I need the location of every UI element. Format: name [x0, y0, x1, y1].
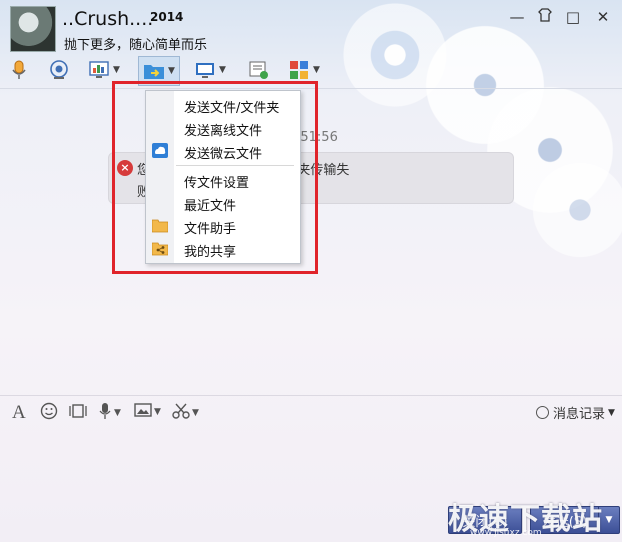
emoji-button[interactable]	[40, 402, 58, 424]
chat-window: ..Crush.... 2014 抛下更多，随心简单而乐 □ ✕ — ▼ ▼ ▼…	[0, 0, 622, 542]
scissors-icon	[172, 402, 190, 424]
background-flower	[330, 0, 460, 110]
annotation-highlight-box	[112, 81, 318, 274]
apps-icon	[288, 59, 310, 81]
screenshot-button[interactable]: ▼	[172, 402, 199, 424]
apps-button[interactable]: ▼	[288, 56, 320, 84]
contact-signature: 抛下更多，随心简单而乐	[64, 38, 208, 53]
remote-desktop-button[interactable]: ▼	[194, 56, 226, 84]
chevron-down-icon[interactable]: ▼	[608, 408, 615, 418]
remote-desktop-icon	[194, 59, 216, 81]
input-divider	[0, 395, 622, 396]
watermark-url: www.jisuxz.com	[470, 528, 542, 538]
chevron-down-icon[interactable]: ▼	[219, 65, 226, 75]
video-camera-icon	[48, 59, 70, 81]
send-message-button[interactable]	[248, 56, 270, 84]
microphone-icon	[8, 59, 30, 81]
microphone-icon	[98, 402, 112, 424]
message-history-label: 消息记录	[553, 407, 606, 422]
file-transfer-icon	[143, 60, 165, 82]
contact-nickname-extra: 2014	[150, 10, 184, 24]
close-window-button[interactable]: ✕	[594, 8, 612, 26]
message-history-button[interactable]: 消息记录 ▼	[536, 403, 615, 422]
font-icon: A	[12, 402, 26, 423]
voice-call-button[interactable]	[8, 56, 30, 84]
chevron-down-icon: ▼	[605, 515, 613, 525]
chevron-down-icon[interactable]: ▼	[192, 408, 199, 418]
voice-message-button[interactable]: ▼	[98, 402, 121, 424]
chevron-down-icon[interactable]: ▼	[168, 66, 175, 76]
screen-share-button[interactable]: ▼	[88, 56, 120, 84]
message-icon	[248, 59, 270, 81]
skin-icon[interactable]	[536, 8, 554, 26]
contact-nickname[interactable]: ..Crush....	[62, 8, 153, 30]
chevron-down-icon[interactable]: ▼	[313, 65, 320, 75]
shake-window-icon	[68, 402, 88, 424]
image-button[interactable]: ▼	[134, 402, 161, 422]
chevron-down-icon[interactable]: ▼	[113, 65, 120, 75]
background-flower	[520, 150, 622, 270]
clock-icon	[536, 406, 549, 419]
chevron-down-icon[interactable]: ▼	[154, 407, 161, 417]
shake-button[interactable]	[68, 402, 88, 424]
font-button[interactable]: A	[12, 402, 26, 424]
background-flower	[470, 70, 622, 230]
screen-share-icon	[88, 59, 110, 81]
video-call-button[interactable]	[48, 56, 70, 84]
avatar[interactable]	[10, 6, 56, 52]
image-icon	[134, 402, 152, 422]
smiley-icon	[40, 402, 58, 424]
chevron-down-icon[interactable]: ▼	[114, 408, 121, 418]
minimize-button[interactable]: —	[508, 8, 526, 26]
maximize-button[interactable]: □	[564, 8, 582, 26]
